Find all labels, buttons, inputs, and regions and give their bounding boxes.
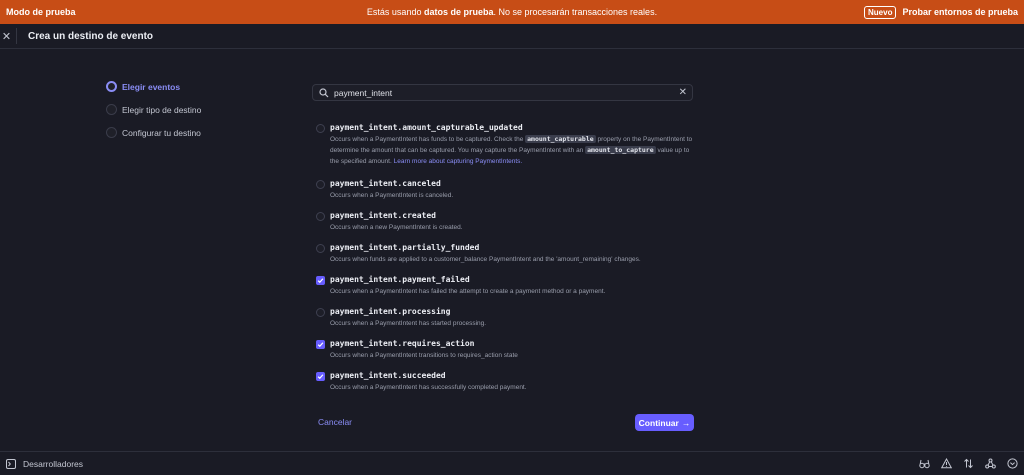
checkmark-icon	[317, 374, 324, 380]
event-name: payment_intent.canceled	[330, 179, 441, 188]
event-checkbox[interactable]	[316, 308, 325, 317]
banner-message-prefix: Estás usando	[366, 7, 424, 17]
banner-message-bold: datos de prueba	[423, 7, 494, 17]
step-label: Elegir eventos	[122, 81, 181, 92]
webhook-icon[interactable]	[985, 458, 996, 469]
event-description: Occurs when a PaymentIntent has funds to…	[330, 134, 696, 167]
step-indicator-icon	[106, 81, 117, 92]
close-icon[interactable]: ✕	[0, 24, 13, 48]
event-description: Occurs when a PaymentIntent is canceled.	[330, 192, 454, 199]
terminal-icon	[6, 458, 16, 469]
cancel-button[interactable]: Cancelar	[318, 417, 352, 427]
event-checkbox-checked[interactable]	[316, 372, 325, 381]
desc-text: Occurs when a PaymentIntent has funds to…	[330, 136, 526, 143]
event-item: payment_intent.payment_failed Occurs whe…	[316, 274, 696, 306]
header-divider	[16, 28, 17, 44]
arrow-right-icon: →	[681, 417, 691, 428]
developer-tools	[919, 458, 1018, 469]
warning-icon[interactable]	[941, 458, 952, 469]
step-choose-destination-type[interactable]: Elegir tipo de destino	[106, 98, 201, 121]
event-name: payment_intent.requires_action	[330, 339, 475, 348]
step-choose-events[interactable]: Elegir eventos	[106, 75, 201, 98]
event-search-input[interactable]: payment_intent ✕	[312, 84, 693, 101]
developers-bar: Desarrolladores	[0, 451, 1024, 475]
try-sandboxes-link[interactable]: Probar entornos de prueba	[902, 7, 1018, 17]
event-name: payment_intent.payment_failed	[330, 275, 470, 284]
continue-button[interactable]: Continuar →	[635, 414, 694, 431]
event-description: Occurs when a PaymentIntent has started …	[330, 320, 487, 327]
event-description: Occurs when a PaymentIntent has failed t…	[330, 288, 606, 295]
continue-label: Continuar	[638, 417, 679, 428]
binoculars-icon[interactable]	[919, 458, 930, 469]
event-description: Occurs when funds are applied to a custo…	[330, 256, 641, 263]
event-item: payment_intent.canceled Occurs when a Pa…	[316, 178, 696, 210]
new-badge: Nuevo	[864, 5, 897, 19]
search-value: payment_intent	[334, 87, 393, 98]
sort-arrows-icon[interactable]	[963, 458, 974, 469]
event-checkbox[interactable]	[316, 244, 325, 253]
event-item: payment_intent.succeeded Occurs when a P…	[316, 370, 696, 402]
event-name: payment_intent.succeeded	[330, 371, 446, 380]
developers-toggle[interactable]: Desarrolladores	[23, 459, 83, 469]
chevron-down-circle-icon[interactable]	[1007, 458, 1018, 469]
checkmark-icon	[317, 278, 324, 284]
clear-search-icon[interactable]: ✕	[679, 87, 687, 98]
event-item: payment_intent.amount_capturable_updated…	[316, 122, 696, 178]
event-description: Occurs when a PaymentIntent has successf…	[330, 384, 527, 391]
event-description: Occurs when a PaymentIntent transitions …	[330, 352, 518, 359]
step-label: Configurar tu destino	[122, 127, 201, 138]
step-indicator-icon	[106, 104, 117, 115]
step-label: Elegir tipo de destino	[122, 104, 202, 115]
event-item: payment_intent.created Occurs when a new…	[316, 210, 696, 242]
page-header: ✕ Crea un destino de evento	[0, 24, 1024, 49]
event-name: payment_intent.amount_capturable_updated	[330, 123, 523, 132]
step-configure-destination[interactable]: Configurar tu destino	[106, 121, 201, 144]
search-icon	[319, 87, 329, 97]
event-description: Occurs when a new PaymentIntent is creat…	[330, 224, 463, 231]
page-title: Crea un destino de evento	[28, 30, 154, 42]
event-list: payment_intent.amount_capturable_updated…	[316, 122, 696, 402]
learn-more-link[interactable]: Learn more about capturing PaymentIntent…	[394, 158, 523, 165]
checkmark-icon	[317, 342, 324, 348]
event-checkbox[interactable]	[316, 212, 325, 221]
event-name: payment_intent.created	[330, 211, 436, 220]
test-mode-banner: Modo de prueba Estás usando datos de pru…	[0, 0, 1024, 24]
event-item: payment_intent.requires_action Occurs wh…	[316, 338, 696, 370]
step-indicator-icon	[106, 127, 117, 138]
event-checkbox-checked[interactable]	[316, 276, 325, 285]
event-checkbox[interactable]	[316, 124, 325, 133]
banner-actions: Nuevo Probar entornos de prueba	[864, 5, 1018, 19]
event-checkbox[interactable]	[316, 180, 325, 189]
event-name: payment_intent.partially_funded	[330, 243, 480, 252]
desc-code: amount_capturable	[525, 135, 596, 143]
banner-message-suffix: . No se procesarán transacciones reales.	[493, 7, 658, 17]
event-item: payment_intent.partially_funded Occurs w…	[316, 242, 696, 274]
wizard-steps: Elegir eventos Elegir tipo de destino Co…	[106, 75, 201, 144]
event-name: payment_intent.processing	[330, 307, 451, 316]
event-item: payment_intent.processing Occurs when a …	[316, 306, 696, 338]
event-checkbox-checked[interactable]	[316, 340, 325, 349]
desc-code: amount_to_capture	[585, 146, 656, 154]
